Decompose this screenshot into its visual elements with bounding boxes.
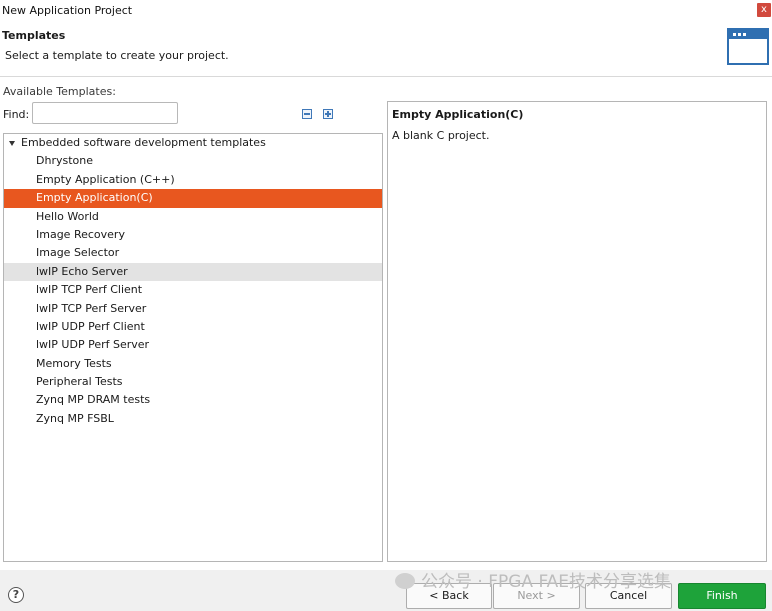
collapse-all-icon[interactable] xyxy=(302,109,312,119)
tree-item[interactable]: Empty Application (C++) xyxy=(4,171,382,189)
tree-item-label: Zynq MP FSBL xyxy=(36,411,114,425)
description-text: A blank C project. xyxy=(392,129,490,142)
tree-item[interactable]: Image Selector xyxy=(4,244,382,262)
window-title: New Application Project xyxy=(2,4,133,17)
button-bar: ? < Back Next > Cancel Finish xyxy=(0,570,772,611)
available-templates-label: Available Templates: xyxy=(3,85,116,98)
tree-item-label: Memory Tests xyxy=(36,356,112,370)
finish-button[interactable]: Finish xyxy=(678,583,766,609)
tree-item[interactable]: Dhrystone xyxy=(4,152,382,170)
tree-item-label: lwIP Echo Server xyxy=(36,264,128,278)
expand-all-icon[interactable] xyxy=(323,109,333,119)
tree-item-label: Image Selector xyxy=(36,246,120,260)
tree-item-label: Peripheral Tests xyxy=(36,375,123,389)
tree-item[interactable]: lwIP TCP Perf Server xyxy=(4,300,382,318)
wizard-window-icon xyxy=(727,28,769,65)
tree-item-label: lwIP UDP Perf Server xyxy=(36,338,150,352)
tree-root-node[interactable]: Embedded software development templates xyxy=(4,134,382,152)
tree-item-label: lwIP UDP Perf Client xyxy=(36,319,145,333)
tree-item[interactable]: Image Recovery xyxy=(4,226,382,244)
tree-item-label: Hello World xyxy=(36,209,99,223)
page-description: Select a template to create your project… xyxy=(5,49,229,62)
wizard-header: Templates Select a template to create yo… xyxy=(0,22,772,76)
tree-item-label: Image Recovery xyxy=(36,227,125,241)
tree-item[interactable]: Zynq MP DRAM tests xyxy=(4,391,382,409)
chevron-down-icon[interactable] xyxy=(9,141,15,146)
tree-root-label: Embedded software development templates xyxy=(21,136,266,149)
title-bar: New Application Project x xyxy=(0,0,772,22)
help-icon[interactable]: ? xyxy=(8,587,24,603)
cancel-button[interactable]: Cancel xyxy=(585,583,672,609)
tree-item-label: Empty Application(C) xyxy=(36,191,153,205)
tree-item-label: Zynq MP DRAM tests xyxy=(36,393,151,407)
tree-item[interactable]: Peripheral Tests xyxy=(4,373,382,391)
find-input[interactable] xyxy=(32,102,178,124)
tree-item[interactable]: lwIP UDP Perf Server xyxy=(4,336,382,354)
header-divider xyxy=(0,76,772,77)
tree-item[interactable]: Zynq MP FSBL xyxy=(4,410,382,428)
tree-item[interactable]: Memory Tests xyxy=(4,355,382,373)
tree-item[interactable]: lwIP TCP Perf Client xyxy=(4,281,382,299)
tree-item-label: lwIP TCP Perf Client xyxy=(36,283,143,297)
template-description-panel: Empty Application(C) A blank C project. xyxy=(387,101,767,562)
page-title: Templates xyxy=(2,29,66,42)
template-tree[interactable]: Embedded software development templates … xyxy=(3,133,383,562)
close-button[interactable]: x xyxy=(757,3,771,17)
find-label: Find: xyxy=(3,108,30,121)
next-button[interactable]: Next > xyxy=(493,583,580,609)
tree-item[interactable]: Empty Application(C) xyxy=(4,189,382,208)
tree-item-label: Dhrystone xyxy=(36,154,93,168)
tree-item[interactable]: Hello World xyxy=(4,208,382,226)
tree-item[interactable]: lwIP Echo Server xyxy=(4,262,382,282)
tree-item[interactable]: lwIP UDP Perf Client xyxy=(4,318,382,336)
back-button[interactable]: < Back xyxy=(406,583,492,609)
tree-item-label: Empty Application (C++) xyxy=(36,172,175,186)
tree-item-label: lwIP TCP Perf Server xyxy=(36,301,147,315)
description-title: Empty Application(C) xyxy=(392,108,524,121)
